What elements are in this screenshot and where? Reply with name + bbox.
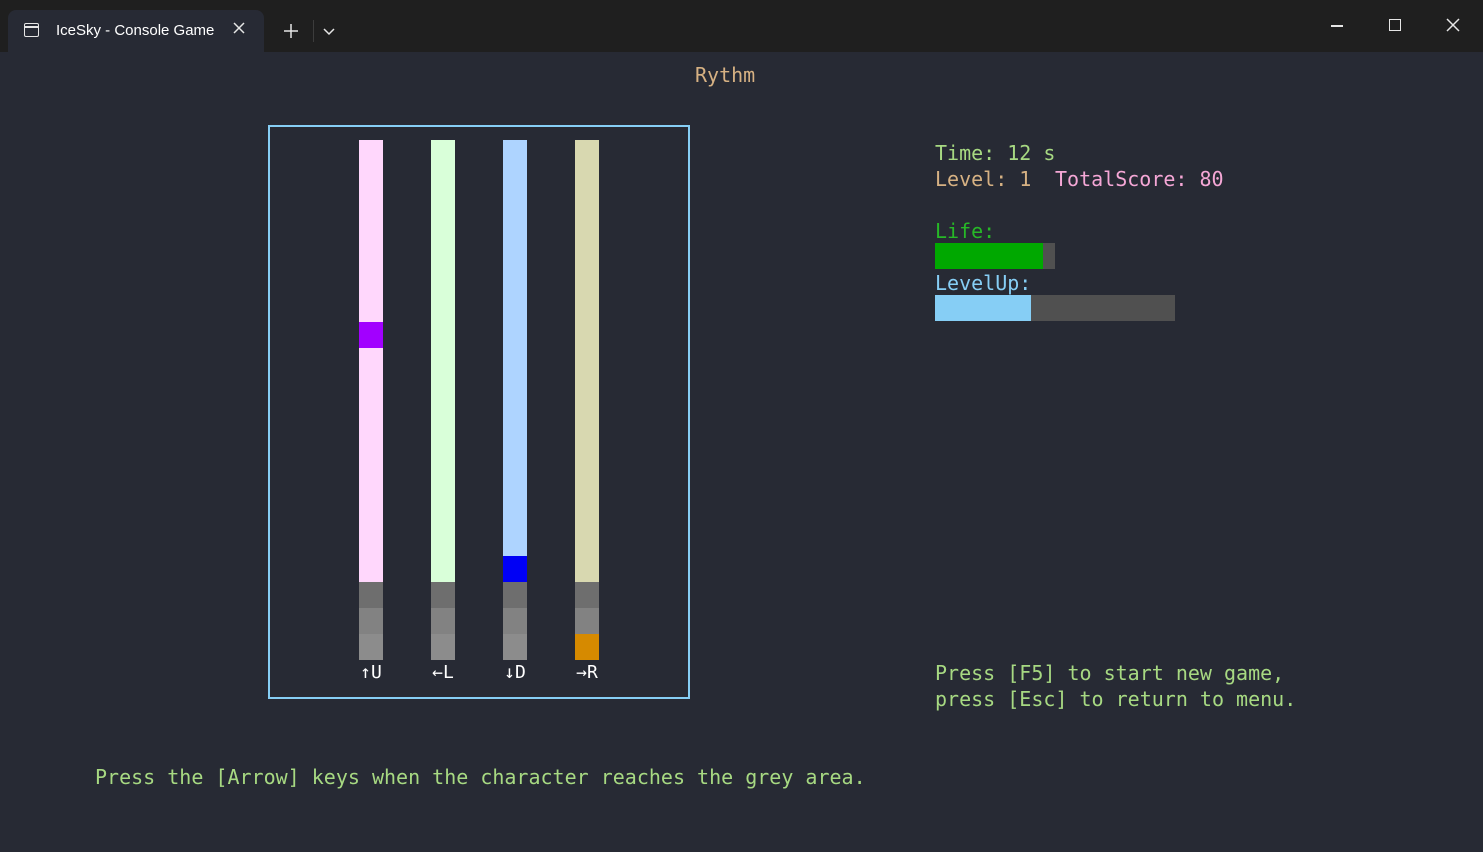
lane-key-label: ↑U <box>360 662 382 683</box>
falling-note <box>503 556 527 582</box>
game-title: Rythm <box>695 63 756 87</box>
hit-zone-cell <box>431 582 455 608</box>
hit-zone-cell <box>575 582 599 608</box>
active-tab[interactable]: IceSky - Console Game <box>8 10 264 52</box>
levelup-bar <box>935 295 1175 321</box>
close-tab-button[interactable] <box>229 18 249 38</box>
close-window-button[interactable] <box>1438 10 1468 40</box>
maximize-button[interactable] <box>1380 10 1410 40</box>
lane-track <box>503 140 527 582</box>
lane-track <box>359 140 383 582</box>
levelup-label: LevelUp: <box>935 271 1032 295</box>
hit-zone-cell <box>431 608 455 634</box>
hit-zone-cell <box>359 608 383 634</box>
total-score-readout: TotalScore: 80 <box>1055 167 1224 191</box>
levelup-bar-fill <box>935 295 1031 321</box>
rhythm-board: ↑U ←L ↓D →R <box>268 125 690 699</box>
lane-key-label: ↓D <box>504 662 526 683</box>
close-icon <box>1446 18 1460 32</box>
level-readout: Level: 1 <box>935 167 1032 191</box>
hit-zone-cell <box>359 634 383 660</box>
tab-title: IceSky - Console Game <box>56 22 215 39</box>
title-bar: IceSky - Console Game <box>0 0 1483 52</box>
tab-dropdown-button[interactable] <box>318 20 340 42</box>
tab-divider <box>313 20 314 42</box>
life-bar <box>935 243 1055 269</box>
life-label: Life: <box>935 219 996 243</box>
hit-zone-cell <box>359 582 383 608</box>
minimize-button[interactable] <box>1322 10 1352 40</box>
help-text-menu: press [Esc] to return to menu. <box>935 687 1297 711</box>
falling-note <box>359 322 383 348</box>
help-text-new-game: Press [F5] to start new game, <box>935 661 1285 685</box>
time-readout: Time: 12 s <box>935 141 1056 165</box>
hit-zone-cell <box>503 608 527 634</box>
life-bar-fill <box>935 243 1043 269</box>
hit-zone-cell <box>575 634 599 660</box>
hit-zone-cell <box>575 608 599 634</box>
hit-zone-cell <box>431 634 455 660</box>
close-icon <box>233 22 245 34</box>
lane-key-label: →R <box>576 662 598 683</box>
terminal-icon <box>24 23 39 37</box>
hit-zone-cell <box>503 582 527 608</box>
lane-track <box>431 140 455 582</box>
hit-zone-cell <box>503 634 527 660</box>
new-tab-button[interactable] <box>278 18 304 44</box>
lane-key-label: ←L <box>432 662 454 683</box>
instruction-text: Press the [Arrow] keys when the characte… <box>95 765 866 789</box>
lane-track <box>575 140 599 582</box>
chevron-down-icon <box>323 28 335 36</box>
plus-icon <box>284 24 298 38</box>
